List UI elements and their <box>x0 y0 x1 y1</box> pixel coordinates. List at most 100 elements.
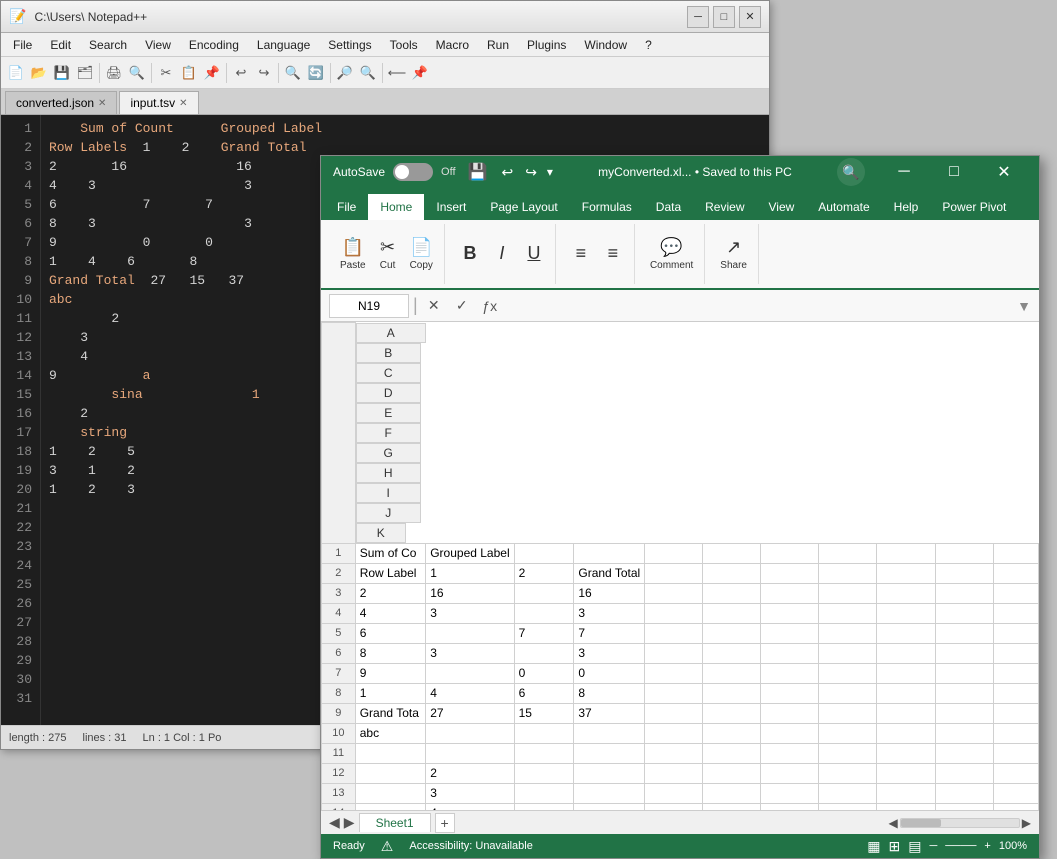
cell-4-c[interactable] <box>514 603 574 623</box>
ribbon-paste-button[interactable]: 📋 Paste <box>335 234 371 274</box>
cell-7-d[interactable]: 0 <box>574 663 645 683</box>
cell-7-h[interactable] <box>819 663 877 683</box>
cell-4-g[interactable] <box>761 603 819 623</box>
toolbar-paste[interactable]: 📌 <box>201 62 223 84</box>
ribbon-copy-button[interactable]: 📄 Copy <box>405 234 438 274</box>
cell-9-b[interactable]: 27 <box>426 703 514 723</box>
cell-11-k[interactable] <box>993 743 1038 763</box>
npp-close-button[interactable]: ✕ <box>739 6 761 28</box>
cell-6-f[interactable] <box>703 643 761 663</box>
menu-settings[interactable]: Settings <box>320 36 379 54</box>
cell-9-f[interactable] <box>703 703 761 723</box>
cell-13-b[interactable]: 3 <box>426 783 514 803</box>
cell-11-a[interactable] <box>355 743 426 763</box>
excel-restore-button[interactable]: □ <box>931 158 977 186</box>
cell-2-d[interactable]: Grand Total <box>574 563 645 583</box>
cell-8-a[interactable]: 1 <box>355 683 426 703</box>
toolbar-save[interactable]: 💾 <box>51 62 73 84</box>
cell-2-c[interactable]: 2 <box>514 563 574 583</box>
cell-5-i[interactable] <box>877 623 935 643</box>
cell-8-g[interactable] <box>761 683 819 703</box>
cell-8-d[interactable]: 8 <box>574 683 645 703</box>
sheet-add-button[interactable]: + <box>435 813 455 833</box>
cell-10-j[interactable] <box>935 723 993 743</box>
cell-13-h[interactable] <box>819 783 877 803</box>
cell-4-h[interactable] <box>819 603 877 623</box>
cell-8-b[interactable]: 4 <box>426 683 514 703</box>
menu-file[interactable]: File <box>5 36 40 54</box>
sheet-tab-sheet1[interactable]: Sheet1 <box>359 813 431 832</box>
cell-12-j[interactable] <box>935 763 993 783</box>
cell-14-e[interactable] <box>645 803 703 810</box>
cell-2-b[interactable]: 1 <box>426 563 514 583</box>
cell-2-h[interactable] <box>819 563 877 583</box>
cell-13-f[interactable] <box>703 783 761 803</box>
cell-10-b[interactable] <box>426 723 514 743</box>
cell-13-i[interactable] <box>877 783 935 803</box>
cell-4-d[interactable]: 3 <box>574 603 645 623</box>
toolbar-undo[interactable]: ↩ <box>230 62 252 84</box>
cell-9-j[interactable] <box>935 703 993 723</box>
cell-10-k[interactable] <box>993 723 1038 743</box>
toolbar-printpreview[interactable]: 🔍 <box>126 62 148 84</box>
ribbon-tab-powerpivot[interactable]: Power Pivot <box>930 194 1018 220</box>
cell-4-b[interactable]: 3 <box>426 603 514 623</box>
cell-3-e[interactable] <box>645 583 703 603</box>
cell-10-a[interactable]: abc <box>355 723 426 743</box>
col-header-c[interactable]: C <box>356 363 421 383</box>
more-commands-button[interactable]: ▾ <box>547 165 553 179</box>
cell-5-j[interactable] <box>935 623 993 643</box>
cell-9-k[interactable] <box>993 703 1038 723</box>
col-header-j[interactable]: J <box>356 503 421 523</box>
cell-6-d[interactable]: 3 <box>574 643 645 663</box>
cell-10-e[interactable] <box>645 723 703 743</box>
ribbon-share-button[interactable]: ↗ Share <box>715 234 752 274</box>
npp-minimize-button[interactable]: ─ <box>687 6 709 28</box>
cell-2-i[interactable] <box>877 563 935 583</box>
zoom-plus-button[interactable]: + <box>984 840 990 852</box>
toolbar-replace[interactable]: 🔄 <box>305 62 327 84</box>
ribbon-underline-button[interactable]: U <box>519 240 549 269</box>
toolbar-zoomout[interactable]: 🔍 <box>357 62 379 84</box>
cell-2-f[interactable] <box>703 563 761 583</box>
cell-1-e[interactable] <box>645 543 703 563</box>
toolbar-wordwrap[interactable]: ⟵ <box>386 62 408 84</box>
cell-2-j[interactable] <box>935 563 993 583</box>
cell-11-f[interactable] <box>703 743 761 763</box>
cell-1-h[interactable] <box>819 543 877 563</box>
cell-13-j[interactable] <box>935 783 993 803</box>
cell-5-f[interactable] <box>703 623 761 643</box>
ribbon-italic-button[interactable]: I <box>487 240 517 269</box>
cell-12-c[interactable] <box>514 763 574 783</box>
cell-1-b[interactable]: Grouped Label <box>426 543 514 563</box>
cell-9-a[interactable]: Grand Tota <box>355 703 426 723</box>
cell-6-c[interactable] <box>514 643 574 663</box>
cell-5-b[interactable] <box>426 623 514 643</box>
cell-2-g[interactable] <box>761 563 819 583</box>
confirm-formula-button[interactable]: ✓ <box>450 294 474 318</box>
cell-12-h[interactable] <box>819 763 877 783</box>
col-header-b[interactable]: B <box>356 343 421 363</box>
cell-2-a[interactable]: Row Label <box>355 563 426 583</box>
cell-6-i[interactable] <box>877 643 935 663</box>
cell-9-g[interactable] <box>761 703 819 723</box>
cell-14-i[interactable] <box>877 803 935 810</box>
ribbon-tab-data[interactable]: Data <box>644 194 693 220</box>
cell-9-h[interactable] <box>819 703 877 723</box>
cell-3-b[interactable]: 16 <box>426 583 514 603</box>
scroll-right-button[interactable]: ▶ <box>1022 816 1031 830</box>
ribbon-align-center-button[interactable]: ≡ <box>598 240 628 269</box>
cell-14-h[interactable] <box>819 803 877 810</box>
cell-12-e[interactable] <box>645 763 703 783</box>
sheet-nav-next[interactable]: ▶ <box>344 814 355 831</box>
cell-9-c[interactable]: 15 <box>514 703 574 723</box>
menu-search[interactable]: Search <box>81 36 135 54</box>
zoom-minus-button[interactable]: ─ <box>929 840 937 852</box>
cell-6-h[interactable] <box>819 643 877 663</box>
cell-3-j[interactable] <box>935 583 993 603</box>
cell-14-j[interactable] <box>935 803 993 810</box>
cell-7-a[interactable]: 9 <box>355 663 426 683</box>
ribbon-cut-button[interactable]: ✂ Cut <box>373 234 403 274</box>
cell-13-k[interactable] <box>993 783 1038 803</box>
ribbon-tab-pagelayout[interactable]: Page Layout <box>478 194 569 220</box>
